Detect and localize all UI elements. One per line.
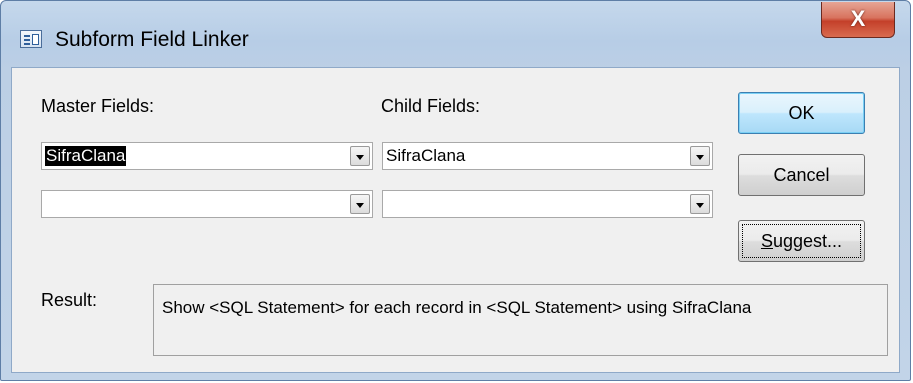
master-field-1-value[interactable]: SifraClana [45, 146, 127, 166]
chevron-down-icon [696, 203, 704, 208]
ok-button[interactable]: OK [738, 92, 865, 134]
master-field-1-dropdown-button[interactable] [350, 146, 370, 166]
window-title: Subform Field Linker [55, 28, 249, 51]
chevron-down-icon [356, 203, 364, 208]
chevron-down-icon [696, 155, 704, 160]
master-field-2-combo[interactable] [41, 190, 373, 218]
child-field-2-combo[interactable] [382, 190, 713, 218]
subform-field-linker-dialog: Subform Field Linker X Master Fields: Ch… [0, 0, 911, 381]
child-field-2-dropdown-button[interactable] [690, 194, 710, 214]
master-fields-label: Master Fields: [41, 96, 155, 116]
child-fields-label: Child Fields: [381, 96, 481, 116]
chevron-down-icon [356, 155, 364, 160]
result-box: Show <SQL Statement> for each record in … [153, 284, 888, 356]
child-field-1-dropdown-button[interactable] [690, 146, 710, 166]
master-field-2-dropdown-button[interactable] [350, 194, 370, 214]
result-text: Show <SQL Statement> for each record in … [162, 298, 752, 317]
result-label: Result: [41, 290, 98, 310]
cancel-button[interactable]: Cancel [738, 154, 865, 196]
child-field-1-value[interactable]: SifraClana [386, 146, 465, 166]
dialog-body: Master Fields: Child Fields: SifraClana … [11, 67, 900, 373]
suggest-button[interactable]: Suggest... [738, 220, 865, 262]
close-button[interactable]: X [821, 2, 895, 38]
master-field-1-combo[interactable]: SifraClana [41, 142, 373, 170]
title-bar[interactable]: Subform Field Linker X [1, 1, 910, 63]
form-icon [20, 30, 42, 48]
close-icon: X [850, 6, 866, 31]
child-field-1-combo[interactable]: SifraClana [382, 142, 713, 170]
